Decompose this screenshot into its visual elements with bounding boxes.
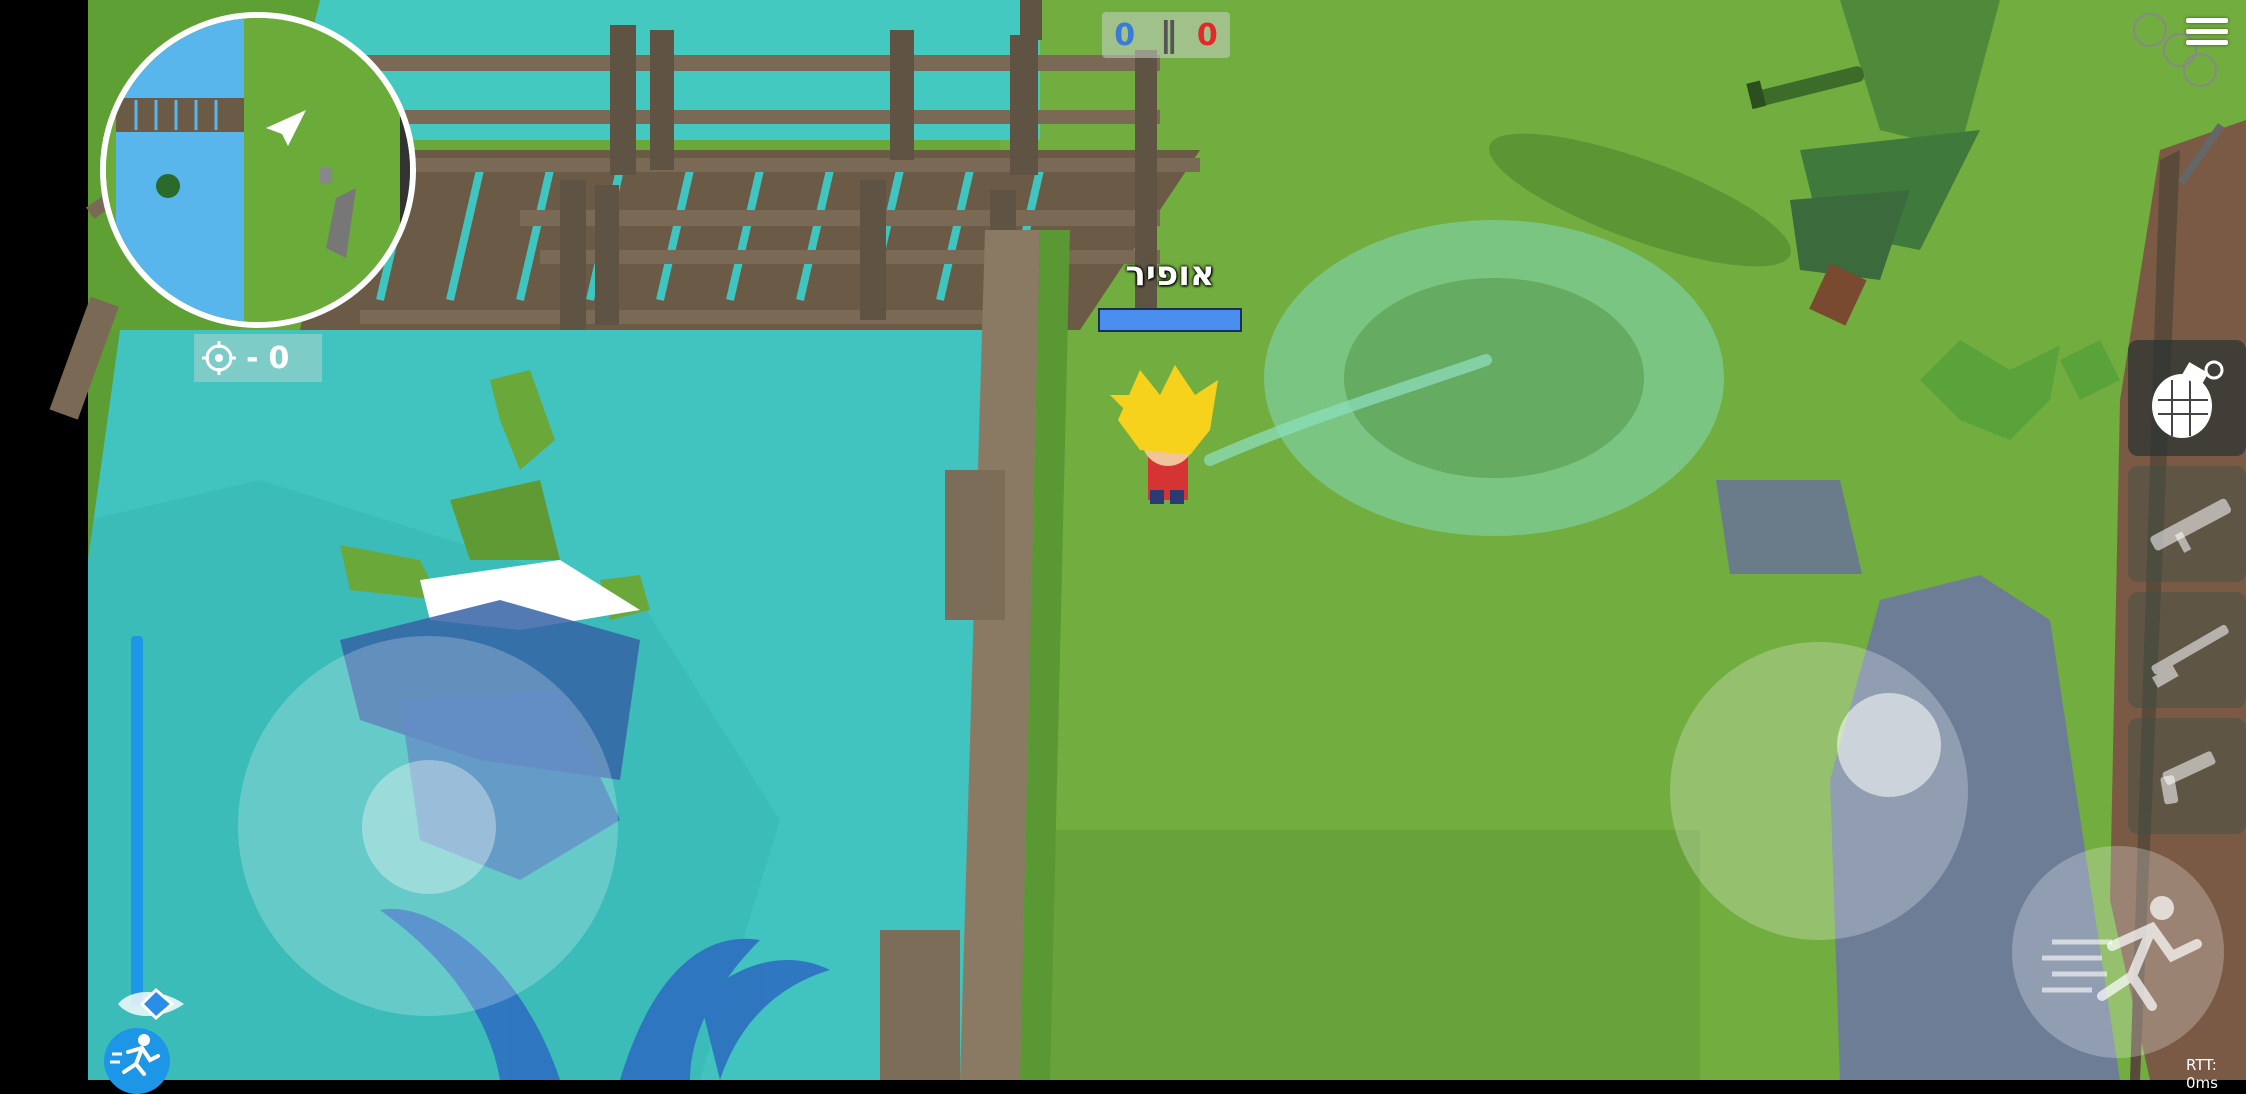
running-man-icon <box>110 1034 160 1076</box>
eye-icon[interactable] <box>116 984 186 1024</box>
game-viewport: 0 || 0 - 0 אופיר RTT: 0ms <box>0 0 2246 1094</box>
rock-slab <box>1716 480 1862 574</box>
weapon-slot-grenade[interactable] <box>2128 340 2246 456</box>
player-name-label: אופיר <box>1125 254 1215 294</box>
rocket-launcher-icon <box>2150 498 2231 553</box>
sprint-button[interactable] <box>2012 846 2224 1058</box>
minimap-player-marker <box>156 174 180 198</box>
score-separator: || <box>1159 15 1179 55</box>
minimap[interactable] <box>100 12 416 328</box>
kill-counter: - 0 <box>194 334 322 382</box>
crosshair-icon <box>202 341 236 375</box>
weapon-slot-shotgun[interactable] <box>2128 592 2246 708</box>
rtt-readout: RTT: 0ms <box>2186 1056 2218 1092</box>
kills-count: 0 <box>268 340 290 376</box>
menu-icon[interactable] <box>2184 12 2230 58</box>
sprint-button-small[interactable] <box>104 1028 170 1094</box>
blue-team-score: 0 <box>1114 17 1136 53</box>
aim-joystick[interactable] <box>1670 642 1968 940</box>
player-health-bar <box>1098 308 1242 332</box>
pistol-icon <box>2160 751 2216 805</box>
stamina-bar <box>131 636 143 1006</box>
health-fill <box>1100 310 1240 330</box>
movement-joystick-knob[interactable] <box>362 760 496 894</box>
red-team-score: 0 <box>1196 17 1218 53</box>
weapon-slot-pistol[interactable] <box>2128 718 2246 834</box>
weapon-slot-rocket-launcher[interactable] <box>2128 466 2246 582</box>
aim-joystick-knob[interactable] <box>1837 693 1941 797</box>
team-score: 0 || 0 <box>1102 12 1230 58</box>
grenade-icon <box>2152 360 2224 438</box>
running-man-icon <box>2042 896 2202 1011</box>
kills-dash: - <box>246 340 259 376</box>
shotgun-icon <box>2151 624 2229 688</box>
